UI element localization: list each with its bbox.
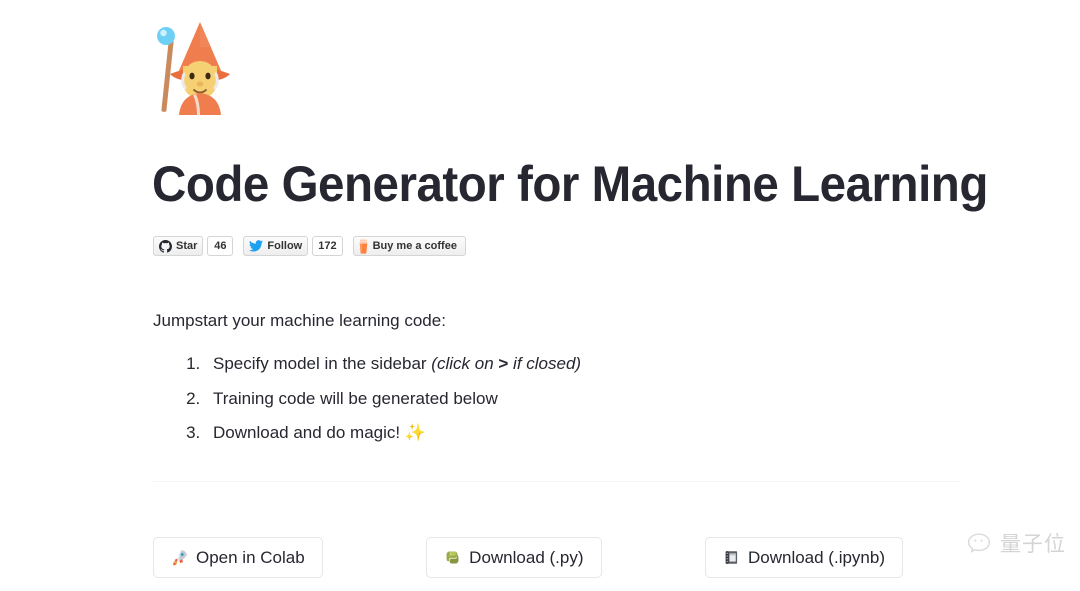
chevron-right-icon: > (498, 354, 509, 373)
coffee-cup-icon (358, 239, 369, 254)
watermark-text: 量子位 (1000, 532, 1066, 556)
download-ipynb-label: Download (.ipynb) (747, 548, 885, 567)
section-divider (153, 481, 960, 482)
download-ipynb-button[interactable]: Download (.ipynb) (704, 537, 903, 578)
github-star-count: 46 (207, 236, 234, 256)
badge-row: Star 46 Follow 172 Buy me a coffee (153, 236, 476, 256)
github-octocat-icon (159, 239, 172, 253)
twitter-follow-badge-group[interactable]: Follow 172 (243, 236, 343, 256)
python-snake-icon (444, 549, 461, 566)
list-item: Training code will be generated below (205, 387, 581, 412)
download-py-button[interactable]: Download (.py) (426, 537, 602, 578)
rocket-icon (171, 549, 188, 566)
list-item: Specify model in the sidebar (click on >… (205, 352, 581, 377)
step-1-text: Specify model in the sidebar (213, 354, 432, 373)
action-button-row: Open in Colab Download (.py) Download (.… (153, 537, 903, 578)
twitter-follow-count: 172 (312, 236, 343, 256)
step-2-text: Training code will be generated below (213, 388, 498, 408)
watermark: 量子位 (967, 528, 1066, 558)
step-1-paren-close: if closed) (508, 354, 582, 373)
download-py-label: Download (.py) (469, 548, 584, 567)
github-star-badge-group[interactable]: Star 46 (153, 236, 234, 256)
step-3-text: Download and do magic! (213, 423, 405, 443)
github-star-label: Star (176, 239, 198, 252)
twitter-bird-icon (249, 240, 264, 252)
step-1-paren-open: (click on (431, 354, 499, 373)
buy-me-a-coffee-badge-group[interactable]: Buy me a coffee (352, 236, 466, 256)
github-star-badge[interactable]: Star (153, 236, 204, 256)
wizard-emoji (153, 16, 239, 116)
open-in-colab-button[interactable]: Open in Colab (153, 537, 323, 578)
intro-lead: Jumpstart your machine learning code: (153, 311, 446, 330)
list-item: Download and do magic! ✨ (205, 421, 581, 446)
open-in-colab-label: Open in Colab (196, 548, 305, 567)
qbitai-logo-icon (967, 532, 993, 554)
app-page: Code Generator for Machine Learning Star… (0, 0, 1080, 591)
buy-me-a-coffee-label: Buy me a coffee (372, 239, 457, 252)
notebook-icon (723, 549, 740, 566)
page-title: Code Generator for Machine Learning (152, 156, 988, 212)
sparkles-icon: ✨ (404, 423, 427, 443)
step-1-hint: (click on > if closed) (431, 354, 581, 373)
buy-me-a-coffee-badge[interactable]: Buy me a coffee (352, 236, 466, 256)
steps-list: Specify model in the sidebar (click on >… (153, 352, 581, 456)
twitter-follow-label: Follow (267, 239, 303, 252)
twitter-follow-badge[interactable]: Follow (243, 236, 309, 256)
